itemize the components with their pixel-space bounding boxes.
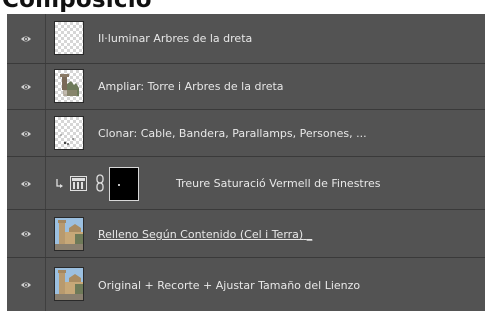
layer-name-suffix: _ xyxy=(306,228,313,241)
layer-name[interactable]: Il·luminar Arbres de la dreta xyxy=(98,32,252,46)
layer-row[interactable]: Ampliar: Torre i Arbres de la dreta xyxy=(7,64,485,110)
levels-icon[interactable] xyxy=(70,176,87,191)
visibility-toggle[interactable] xyxy=(7,64,46,110)
layer-name[interactable]: Relleno Según Contenido (Cel i Terra) _ xyxy=(98,228,312,242)
layer-row[interactable]: Treure Saturació Vermell de Finestres xyxy=(7,157,485,210)
visibility-toggle[interactable] xyxy=(7,157,46,210)
layer-thumbnail[interactable] xyxy=(54,21,84,55)
layer-thumbnail[interactable] xyxy=(54,69,84,103)
layer-name[interactable]: Ampliar: Torre i Arbres de la dreta xyxy=(98,80,284,94)
layer-thumbnail[interactable] xyxy=(54,217,84,251)
layer-row[interactable]: Clonar: Cable, Bandera, Parallamps, Pers… xyxy=(7,110,485,157)
layer-name[interactable]: Clonar: Cable, Bandera, Parallamps, Pers… xyxy=(98,127,367,141)
layer-mask-thumbnail[interactable] xyxy=(109,167,139,201)
layer-name[interactable]: Original + Recorte + Ajustar Tamaño del … xyxy=(98,279,360,293)
eye-icon[interactable] xyxy=(20,81,32,93)
visibility-toggle[interactable] xyxy=(7,210,46,258)
visibility-toggle[interactable] xyxy=(7,258,46,311)
chain-link-icon[interactable] xyxy=(96,174,104,192)
visibility-toggle[interactable] xyxy=(7,14,46,64)
layer-row[interactable]: Il·luminar Arbres de la dreta xyxy=(7,14,485,64)
visibility-toggle[interactable] xyxy=(7,110,46,157)
eye-icon[interactable] xyxy=(20,128,32,140)
tower-trees-thumb-icon xyxy=(60,74,79,96)
layer-row[interactable]: Original + Recorte + Ajustar Tamaño del … xyxy=(7,258,485,311)
clone-dots-thumb-icon xyxy=(60,134,74,145)
eye-icon[interactable] xyxy=(20,228,32,240)
layer-name-text: Relleno Según Contenido (Cel i Terra) xyxy=(98,228,304,241)
church-photo-thumb-icon xyxy=(55,218,83,250)
layers-panel: Il·luminar Arbres de la dreta Ampliar: T… xyxy=(7,14,485,311)
layer-row[interactable]: Relleno Según Contenido (Cel i Terra) _ xyxy=(7,210,485,258)
layer-thumbnail[interactable] xyxy=(54,116,84,150)
clip-arrow-icon xyxy=(56,179,63,188)
eye-icon[interactable] xyxy=(20,178,32,190)
eye-icon[interactable] xyxy=(20,279,32,291)
eye-icon[interactable] xyxy=(20,33,32,45)
panel-title: Composició xyxy=(2,0,152,13)
panel-title-bar: Composició xyxy=(0,0,485,14)
layer-thumbnail[interactable] xyxy=(54,267,84,301)
church-photo-thumb-icon xyxy=(55,268,83,300)
layer-name[interactable]: Treure Saturació Vermell de Finestres xyxy=(176,177,381,191)
